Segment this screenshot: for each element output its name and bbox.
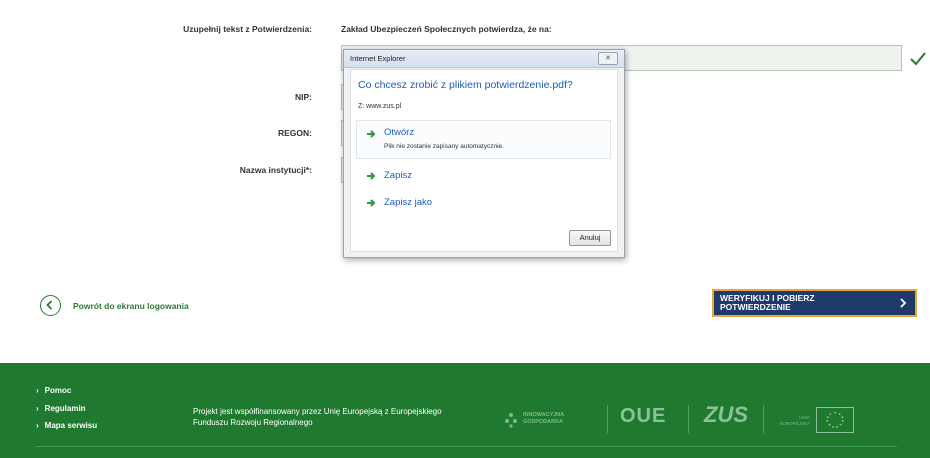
logo-divider [688,405,689,433]
save-as-option-label: Zapisz jako [384,197,433,208]
dialog-titlebar: Internet Explorer ✕ [344,50,624,68]
save-as-option[interactable]: Zapisz jako [356,190,611,214]
dialog-body: Co chcesz zrobić z plikiem potwierdzenie… [350,69,618,252]
cancel-button[interactable]: Anuluj [569,230,611,246]
eu-logo-text: UNIA EUROPEJSKA [779,415,810,426]
chevron-left-icon [46,300,53,310]
chevron-right-icon: › [36,386,39,395]
dialog-question: Co chcesz zrobić z plikiem potwierdzenie… [358,79,573,91]
logo-divider [763,405,764,433]
close-icon[interactable]: ✕ [598,52,618,65]
project-cofinancing-text: Projekt jest współfinansowany przez Unię… [193,407,442,427]
footer-link-sitemap[interactable]: › Mapa serwisu [36,421,97,430]
innovative-economy-logo: INNOWACYJNA GOSPODARKA [503,408,603,430]
chevron-right-icon: › [36,421,39,430]
green-arrow-icon [367,199,376,207]
eu-stars-icon [826,411,844,428]
chevron-right-icon [900,298,907,308]
eu-flag-icon [816,407,854,433]
regon-label: REGON: [278,128,312,138]
footer-link-label: Regulamin [44,404,86,413]
institution-label: Nazwa instytucji*: [239,165,312,175]
zus-logo: ZUS [704,402,748,427]
open-option-label: Otwórz [384,127,415,138]
check-icon [910,52,926,66]
confirmation-label: Uzupełnij tekst z Potwierdzenia: [183,24,312,34]
save-option[interactable]: Zapisz [356,163,611,187]
save-option-label: Zapisz [384,170,412,181]
back-button[interactable] [40,295,61,316]
open-option[interactable]: Otwórz Plik nie zostanie zapisany automa… [356,120,611,159]
oue-logo: OUE [620,405,667,427]
nip-label: NIP: [295,92,312,102]
back-to-login-link[interactable]: Powrót do ekranu logowania [73,301,189,311]
open-option-note: Plik nie zostanie zapisany automatycznie… [384,143,504,150]
chevron-right-icon: › [36,404,39,413]
confirmation-text: Zakład Ubezpieczeń Społecznych potwierdz… [341,24,552,34]
verify-download-button[interactable]: WERYFIKUJ I POBIERZ POTWIERDZENIE [712,289,917,317]
download-dialog: Internet Explorer ✕ Co chcesz zrobić z p… [343,49,625,258]
footer-divider [35,446,897,447]
verify-button-label: WERYFIKUJ I POBIERZ POTWIERDZENIE [720,293,815,312]
footer-link-label: Pomoc [44,386,72,395]
logo-divider [607,405,608,433]
ig-emblem-icon [505,413,517,428]
footer-link-help[interactable]: › Pomoc [36,386,71,395]
dialog-source: Z: www.zus.pl [358,103,402,110]
ig-logo-text: INNOWACYJNA GOSPODARKA [523,412,565,425]
green-arrow-icon [367,172,376,180]
dialog-title: Internet Explorer [350,54,406,63]
green-arrow-icon [367,130,376,138]
footer-link-label: Mapa serwisu [44,421,98,430]
footer: › Pomoc › Regulamin › Mapa serwisu Projekt … [0,363,930,458]
footer-link-terms[interactable]: › Regulamin [36,404,86,413]
